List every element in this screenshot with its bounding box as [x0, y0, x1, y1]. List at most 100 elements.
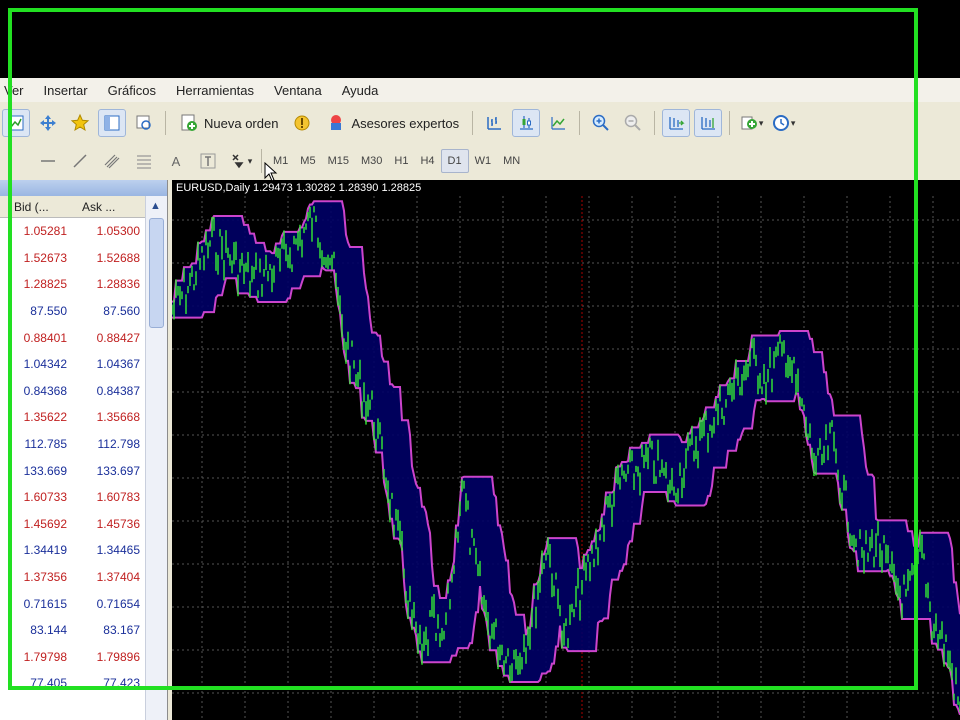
menu-insert[interactable]: Insertar [34, 83, 98, 98]
text-label-button[interactable] [194, 147, 222, 175]
zoom-out-icon [624, 114, 641, 131]
menu-view[interactable]: Ver [0, 83, 34, 98]
zoom-in-icon [592, 114, 609, 131]
ask-price: 133.697 [96, 463, 140, 478]
bid-column-header[interactable]: Bid (... [0, 196, 68, 217]
quote-row[interactable]: 87.550 87.560 [0, 298, 146, 325]
market-watch-panel: Bid (... Ask ... 1.05281 1.05300 1.52673 1.… [0, 180, 168, 720]
fibonacci-button[interactable] [130, 147, 158, 175]
quote-row[interactable]: 0.88401 0.88427 [0, 324, 146, 351]
arrows-icon [232, 154, 244, 169]
quote-row[interactable]: 1.04342 1.04367 [0, 351, 146, 378]
period-m30[interactable]: M30 [355, 149, 388, 173]
menu-help[interactable]: Ayuda [332, 83, 389, 98]
star-icon [70, 113, 90, 132]
profiles-button[interactable] [34, 109, 62, 137]
expert-advisors-icon [331, 115, 342, 130]
market-watch-button[interactable] [98, 109, 126, 137]
quote-row[interactable]: 1.79798 1.79896 [0, 644, 146, 671]
candlestick-icon [520, 116, 534, 130]
line-chart-icon [551, 117, 566, 130]
line-studies-toolbar: A ▾ M1 M5 M15 M30 H1 H4 D1 W1 MN [0, 144, 960, 178]
mouse-cursor-icon [264, 162, 278, 182]
bar-chart-icon [487, 117, 502, 130]
period-h4[interactable]: H4 [414, 149, 440, 173]
quote-row[interactable]: 1.35622 1.35668 [0, 404, 146, 431]
quote-row[interactable]: 1.05281 1.05300 [0, 218, 146, 245]
bid-price: 1.34419 [23, 543, 67, 558]
bid-price: 1.28825 [23, 277, 67, 292]
quote-row[interactable]: 1.34419 1.34465 [0, 537, 146, 564]
zoom-in-button[interactable] [587, 109, 615, 137]
menu-charts[interactable]: Gráficos [98, 83, 166, 98]
ask-price: 1.45736 [96, 516, 140, 531]
period-w1[interactable]: W1 [469, 149, 498, 173]
period-mn[interactable]: MN [497, 149, 526, 173]
new-chart-icon [8, 115, 24, 131]
ask-price: 83.167 [103, 623, 140, 638]
ask-price: 0.84387 [96, 383, 140, 398]
fibonacci-icon [137, 155, 151, 169]
auto-scroll-button[interactable] [662, 109, 691, 137]
quotes-list: 1.05281 1.05300 1.52673 1.52688 1.28825 1.288… [0, 218, 146, 697]
period-d1[interactable]: D1 [440, 149, 469, 173]
periods-button[interactable]: ▾ [769, 109, 797, 137]
new-order-button[interactable]: Nueva orden [173, 109, 284, 137]
menu-window[interactable]: Ventana [264, 83, 332, 98]
line-chart-button[interactable] [544, 109, 572, 137]
bid-price: 1.52673 [23, 250, 67, 265]
quote-row[interactable]: 0.71615 0.71654 [0, 590, 146, 617]
price-chart [172, 196, 960, 720]
quote-row[interactable]: 1.45692 1.45736 [0, 511, 146, 538]
expert-advisors-label: Asesores expertos [351, 115, 460, 131]
menu-tools[interactable]: Herramientas [166, 83, 264, 98]
quote-row[interactable]: 0.84368 0.84387 [0, 378, 146, 405]
arrows-button[interactable]: ▾ [226, 147, 254, 175]
quote-row[interactable]: 1.52673 1.52688 [0, 245, 146, 272]
horizontal-line-button[interactable] [34, 147, 62, 175]
ask-price: 1.28836 [96, 277, 140, 292]
text-tool-label: A [171, 153, 181, 169]
zoom-window-icon [136, 115, 151, 130]
quote-row[interactable]: 1.28825 1.28836 [0, 271, 146, 298]
indicators-button[interactable]: ▾ [737, 109, 765, 137]
new-chart-button[interactable] [2, 109, 30, 137]
bid-price: 112.785 [24, 437, 68, 452]
ask-price: 1.35668 [96, 410, 140, 425]
chevron-down-icon: ▾ [758, 117, 764, 128]
navigator-button[interactable] [130, 109, 158, 137]
ask-column-header[interactable]: Ask ... [68, 196, 136, 217]
chart-shift-button[interactable] [694, 109, 723, 137]
candlestick-button[interactable] [512, 109, 541, 137]
quote-row[interactable]: 112.785 112.798 [0, 431, 146, 458]
expert-advisors-button[interactable]: Asesores expertos [320, 109, 465, 137]
quote-row[interactable]: 1.37356 1.37404 [0, 564, 146, 591]
ask-price: 112.798 [97, 437, 141, 452]
ask-price: 87.560 [103, 304, 140, 319]
bid-price: 1.60733 [23, 490, 67, 505]
market-watch-header: Bid (... Ask ... [0, 196, 167, 218]
quote-row[interactable]: 1.60733 1.60783 [0, 484, 146, 511]
period-m15[interactable]: M15 [322, 149, 355, 173]
chart-window[interactable]: EURUSD,Daily 1.29473 1.30282 1.28390 1.2… [172, 180, 960, 720]
scroll-up-icon[interactable]: ▲ [150, 200, 161, 212]
ask-price: 1.52688 [96, 250, 140, 265]
chevron-down-icon: ▾ [790, 117, 796, 128]
period-h1[interactable]: H1 [388, 149, 414, 173]
quote-row[interactable]: 77.405 77.423 [0, 670, 146, 697]
quote-row[interactable]: 133.669 133.697 [0, 457, 146, 484]
metaeditor-button[interactable] [288, 109, 316, 137]
trendline-button[interactable] [66, 147, 94, 175]
text-button[interactable]: A [162, 147, 190, 175]
zoom-out-button[interactable] [619, 109, 647, 137]
move-arrows-icon [40, 115, 56, 131]
quote-row[interactable]: 83.144 83.167 [0, 617, 146, 644]
favorites-button[interactable] [66, 109, 94, 137]
chart-title: EURUSD,Daily 1.29473 1.30282 1.28390 1.2… [176, 182, 422, 194]
scrollbar-thumb[interactable] [149, 218, 164, 328]
channel-button[interactable] [98, 147, 126, 175]
period-m5[interactable]: M5 [294, 149, 321, 173]
bar-chart-button[interactable] [480, 109, 508, 137]
market-watch-scrollbar[interactable]: ▲ [145, 196, 167, 720]
chevron-down-icon: ▾ [247, 155, 253, 166]
